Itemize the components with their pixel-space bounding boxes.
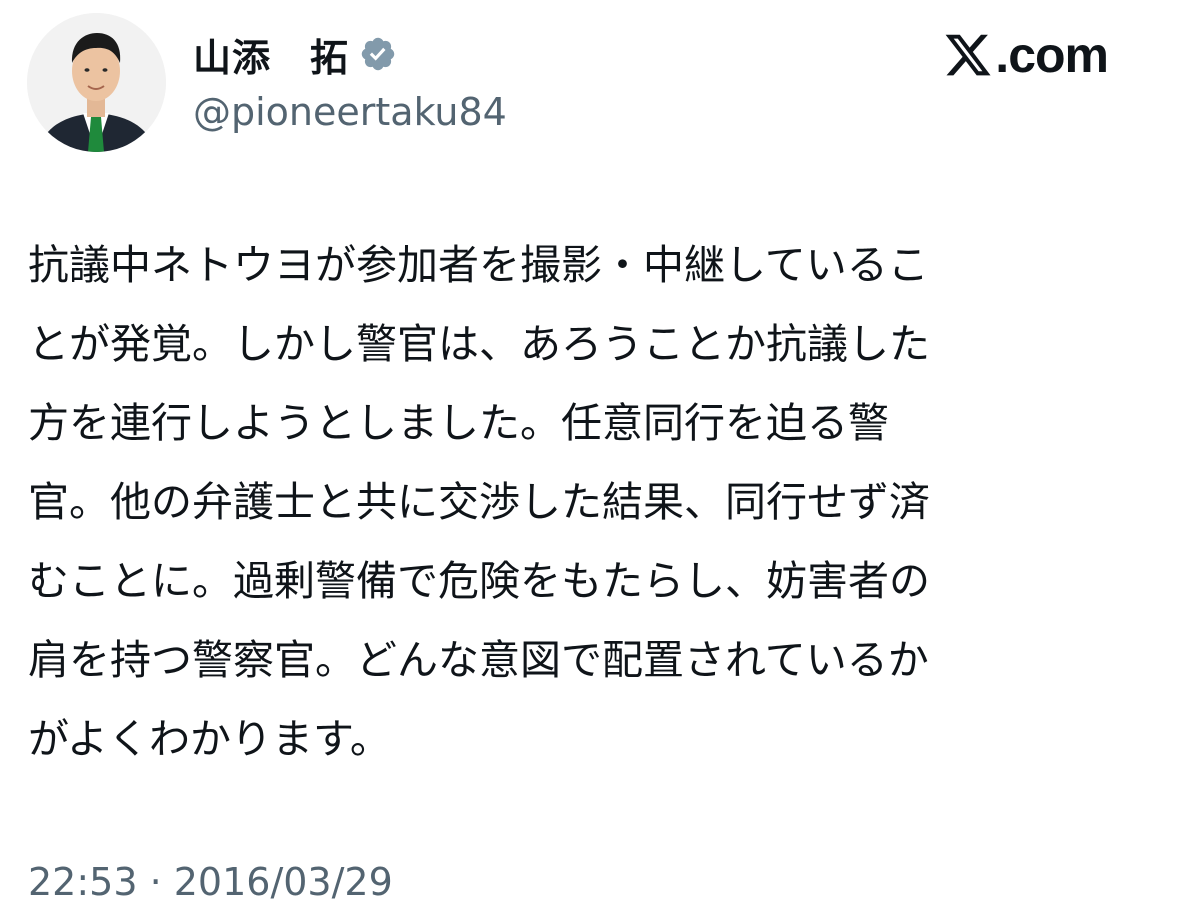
author-name-row: 山添 拓: [193, 28, 397, 80]
tweet-line: 抗議中ネトウヨが参加者を撮影・中継しているこ: [28, 241, 929, 289]
tweet-line: 肩を持つ警察官。どんな意図で配置されているか: [28, 636, 929, 684]
tweet-timestamp[interactable]: 22:53 · 2016/03/29: [28, 860, 393, 904]
profile-photo: [27, 13, 166, 152]
avatar[interactable]: [27, 13, 166, 152]
author-handle[interactable]: @pioneertaku84: [193, 90, 507, 134]
tweet-line: むことに。過剰警備で危険をもたらし、妨害者の: [28, 557, 930, 605]
tweet-line: 官。他の弁護士と共に交渉した結果、同行せず済: [28, 478, 930, 526]
verified-badge-icon: [359, 35, 397, 73]
author-display-name[interactable]: 山添 拓: [193, 27, 349, 82]
x-logo-icon: [943, 30, 993, 80]
tweet-line: がよくわかります。: [28, 715, 391, 763]
brand-domain-text: .com: [995, 27, 1109, 83]
tweet-text: 抗議中ネトウヨが参加者を撮影・中継しているこ とが発覚。しかし警官は、あろうこと…: [28, 226, 1148, 779]
tweet-line: 方を連行しようとしました。任意同行を迫る警: [28, 399, 889, 447]
tweet-line: とが発覚。しかし警官は、あろうことか抗議した: [28, 320, 930, 368]
x-brand: .com: [943, 26, 1109, 84]
